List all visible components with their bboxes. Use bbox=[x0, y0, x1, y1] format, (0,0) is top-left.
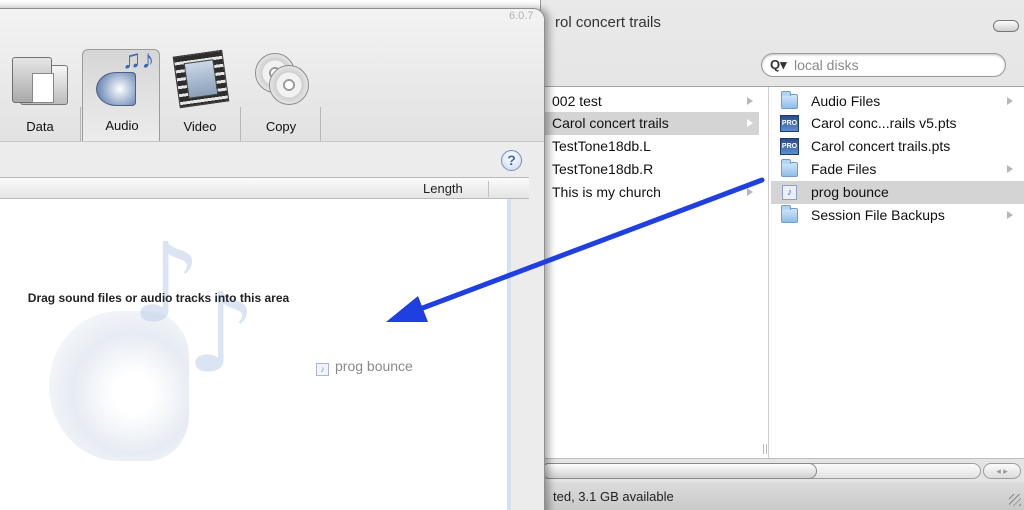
browser-item-label: Carol concert trails bbox=[552, 115, 669, 131]
browser-item[interactable]: Audio Files bbox=[771, 90, 1024, 113]
search-field[interactable]: Q▾ local disks bbox=[761, 53, 1006, 77]
tab-copy[interactable]: Copy bbox=[242, 49, 320, 141]
browser-item[interactable]: 002 test bbox=[541, 90, 759, 113]
disclosure-arrow-icon bbox=[747, 97, 753, 105]
browser-item-label: TestTone18db.R bbox=[552, 161, 654, 177]
disclosure-arrow-icon bbox=[1007, 211, 1013, 219]
dragged-file: ♪ prog bounce bbox=[316, 358, 413, 376]
disk-space-status: ted, 3.1 GB available bbox=[553, 489, 674, 504]
browser-item-label: 002 test bbox=[552, 93, 602, 109]
browser-item[interactable]: TestTone18db.L bbox=[541, 135, 759, 158]
browser-item[interactable]: This is my church bbox=[541, 181, 759, 204]
browser-item[interactable]: Session File Backups bbox=[771, 204, 1024, 227]
folder-icon bbox=[781, 91, 798, 109]
speaker-music-icon: ♫♪ bbox=[92, 44, 155, 108]
scroll-thumb[interactable] bbox=[541, 463, 817, 479]
disclosure-arrow-icon bbox=[747, 119, 753, 127]
tab-label: Audio bbox=[105, 118, 139, 133]
toolbar-toggle-button[interactable] bbox=[993, 20, 1019, 32]
browser-item-label: Audio Files bbox=[811, 93, 881, 109]
tab-label: Data bbox=[26, 119, 54, 134]
finder-window-title: rol concert trails bbox=[555, 14, 661, 31]
drop-hint-text: Drag sound files or audio tracks into th… bbox=[27, 291, 290, 305]
scroll-arrow-buttons[interactable]: ◂ ▸ bbox=[983, 463, 1021, 479]
tab-label: Video bbox=[183, 119, 217, 134]
folder-icon bbox=[781, 205, 798, 223]
column-header-length[interactable]: Length bbox=[423, 181, 463, 196]
protools-session-icon: PRO bbox=[780, 115, 799, 132]
browser-item-selected[interactable]: ♪ prog bounce bbox=[771, 181, 1024, 204]
browser-item[interactable]: PRO Carol concert trails.pts bbox=[771, 135, 1024, 158]
burn-window: Data ♫♪ Audio Video Copy ? Length ♪ ♪ Dr… bbox=[0, 8, 545, 510]
options-bar bbox=[0, 143, 526, 176]
browser-item-label: TestTone18db.L bbox=[552, 138, 651, 154]
track-list-header: Length bbox=[0, 177, 529, 199]
copy-discs-icon bbox=[251, 49, 311, 107]
horizontal-scrollbar[interactable]: ◂ ▸ bbox=[541, 458, 1024, 482]
music-note-watermark-icon: ♪ bbox=[186, 269, 257, 397]
tab-audio[interactable]: ♫♪ Audio bbox=[82, 44, 160, 141]
audio-file-icon: ♪ bbox=[316, 363, 329, 376]
browser-item-label: Carol conc...rails v5.pts bbox=[811, 115, 957, 131]
browser-item-label: Fade Files bbox=[811, 161, 877, 177]
browser-item[interactable]: TestTone18db.R bbox=[541, 158, 759, 181]
column-resize-handle[interactable] bbox=[763, 444, 767, 454]
finder-window: rol concert trails Q▾ local disks 002 te… bbox=[540, 0, 1024, 510]
search-placeholder: local disks bbox=[794, 57, 859, 73]
tab-label: Copy bbox=[265, 119, 297, 134]
search-icon: Q▾ bbox=[770, 57, 787, 72]
browser-item-label: This is my church bbox=[552, 184, 661, 200]
audio-drop-area[interactable]: ♪ ♪ Drag sound files or audio tracks int… bbox=[0, 199, 511, 510]
disclosure-arrow-icon bbox=[747, 188, 753, 196]
browser-item[interactable]: PRO Carol conc...rails v5.pts bbox=[771, 112, 1024, 135]
folder-icon bbox=[781, 159, 798, 177]
tab-video[interactable]: Video bbox=[161, 49, 239, 141]
dragged-file-label: prog bounce bbox=[335, 358, 413, 374]
disclosure-arrow-icon bbox=[1007, 97, 1013, 105]
film-strip-icon bbox=[170, 49, 230, 109]
resize-grip-icon[interactable] bbox=[1009, 494, 1021, 506]
column-browser: 002 test Carol concert trails TestTone18… bbox=[541, 86, 1024, 459]
disclosure-arrow-icon bbox=[1007, 165, 1013, 173]
tab-data[interactable]: Data bbox=[1, 49, 79, 141]
screen: rol concert trails Q▾ local disks 002 te… bbox=[0, 0, 1024, 510]
browser-item[interactable]: Fade Files bbox=[771, 158, 1024, 181]
help-button[interactable]: ? bbox=[501, 150, 522, 171]
browser-item-label: Carol concert trails.pts bbox=[811, 138, 951, 154]
protools-session-icon: PRO bbox=[780, 138, 799, 155]
app-version: 6.0.7 bbox=[509, 10, 534, 22]
browser-item-label: prog bounce bbox=[811, 184, 889, 200]
browser-item-selected[interactable]: Carol concert trails bbox=[541, 112, 759, 135]
audio-file-icon: ♪ bbox=[782, 185, 797, 200]
browser-column-2: Audio Files PRO Carol conc...rails v5.pt… bbox=[771, 87, 1024, 459]
browser-item-label: Session File Backups bbox=[811, 207, 945, 223]
data-folder-icon bbox=[10, 49, 70, 107]
burn-toolbar: Data ♫♪ Audio Video Copy bbox=[0, 9, 544, 142]
status-bar: ted, 3.1 GB available bbox=[541, 482, 1024, 510]
browser-column-1: 002 test Carol concert trails TestTone18… bbox=[541, 87, 769, 459]
